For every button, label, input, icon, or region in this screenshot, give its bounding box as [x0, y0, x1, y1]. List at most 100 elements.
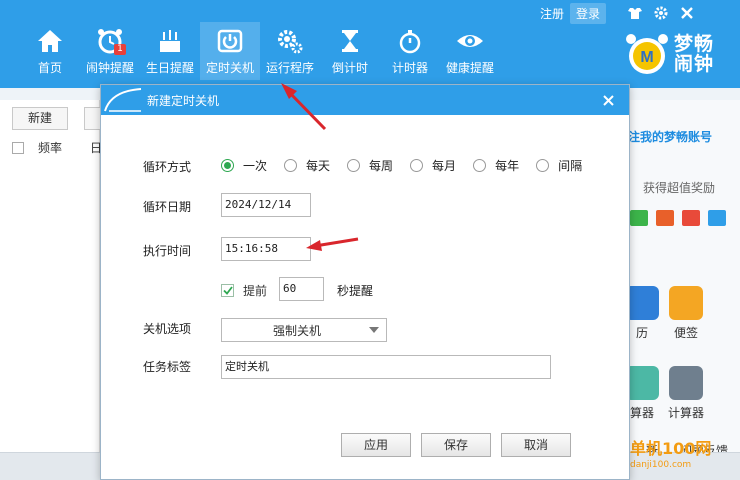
home-icon: [35, 26, 65, 56]
alarm-logo-icon: M: [622, 32, 672, 76]
promo-icon[interactable]: [708, 210, 726, 226]
nav-run-program[interactable]: 运行程序: [260, 22, 320, 80]
select-value: 强制关机: [272, 323, 321, 338]
radio-monthly[interactable]: 每月: [410, 157, 456, 174]
radio-once[interactable]: 一次: [221, 157, 267, 174]
radio-label: 间隔: [558, 159, 583, 173]
dialog-close-icon[interactable]: [599, 91, 617, 109]
promo-icon[interactable]: [630, 210, 648, 226]
radio-circle[interactable]: [473, 159, 487, 172]
logo-line: 梦畅: [674, 33, 715, 55]
date-label: 循环日期: [143, 200, 192, 214]
dialog-logo-icon: [101, 85, 145, 115]
main-nav: 首页 1 闹钟提醒 生日提醒 定时关机 运行程序 倒计时 计时器 健康提醒: [20, 22, 500, 80]
nav-label: 首页: [37, 61, 62, 75]
nav-health[interactable]: 健康提醒: [440, 22, 500, 80]
gear-icon[interactable]: [652, 4, 670, 22]
nav-label: 定时关机: [205, 61, 254, 75]
reward-text[interactable]: 获得超值奖励: [643, 179, 715, 196]
calculator-icon: [669, 366, 703, 400]
nav-label: 闹钟提醒: [85, 61, 134, 75]
logo-line: 闹钟: [674, 53, 715, 75]
chevron-down-icon: [362, 327, 386, 333]
nav-home[interactable]: 首页: [20, 22, 80, 80]
remind-prefix: 提前: [243, 284, 268, 298]
nav-shutdown[interactable]: 定时关机: [200, 22, 260, 80]
tool-calculator[interactable]: 计算器: [658, 366, 714, 421]
radio-interval[interactable]: 间隔: [536, 157, 582, 174]
time-field[interactable]: 15:16:58: [221, 237, 311, 261]
promo-icons: [630, 210, 726, 226]
remind-checkbox[interactable]: [221, 284, 234, 297]
radio-circle[interactable]: [347, 159, 361, 172]
tool-notes[interactable]: 便签: [658, 286, 714, 341]
calendar-icon: [625, 286, 659, 320]
nav-alarm[interactable]: 1 闹钟提醒: [80, 22, 140, 80]
notification-badge: 1: [114, 44, 126, 55]
remind-checkbox-row: 提前: [221, 282, 267, 299]
svg-text:M: M: [640, 49, 653, 66]
skin-icon[interactable]: [626, 4, 644, 22]
radio-circle[interactable]: [410, 159, 424, 172]
cycle-label: 循环方式: [143, 160, 192, 174]
app-icon: [625, 366, 659, 400]
close-icon[interactable]: [678, 4, 696, 22]
app-logo: M 梦畅 闹钟: [622, 32, 714, 76]
radio-daily[interactable]: 每天: [284, 157, 330, 174]
watermark-title: 单机100网: [630, 439, 712, 458]
account-link[interactable]: 注我的梦畅账号: [628, 128, 712, 145]
new-task-button[interactable]: 新建: [12, 107, 68, 130]
radio-label: 每周: [369, 159, 394, 173]
nav-stopwatch[interactable]: 计时器: [380, 22, 440, 80]
radio-label: 每天: [306, 159, 331, 173]
task-tag-label: 任务标签: [143, 360, 192, 374]
nav-label: 计时器: [391, 61, 428, 75]
remind-suffix: 秒提醒: [337, 284, 374, 298]
check-icon: [222, 286, 233, 295]
account-links: 注册 登录: [534, 3, 607, 24]
hourglass-icon: [335, 26, 365, 56]
date-field[interactable]: 2024/12/14: [221, 193, 311, 217]
tool-label: 历: [635, 326, 648, 340]
dialog-titlebar[interactable]: 新建定时关机: [101, 85, 629, 115]
window-controls: [626, 4, 696, 22]
task-tag-input[interactable]: 定时关机: [221, 355, 551, 379]
birthday-cake-icon: [155, 26, 185, 56]
logo-text: 梦畅 闹钟: [674, 34, 714, 74]
nav-label: 生日提醒: [145, 61, 194, 75]
radio-label: 每月: [432, 159, 457, 173]
time-label: 执行时间: [143, 244, 192, 258]
remind-seconds-field[interactable]: 60: [279, 277, 324, 301]
login-button[interactable]: 登录: [570, 3, 607, 24]
radio-label: 一次: [243, 159, 268, 173]
pencil-icon: [669, 286, 703, 320]
cycle-radio-group: 一次 每天 每周 每月 每年 间隔: [221, 157, 599, 174]
radio-circle[interactable]: [221, 159, 234, 172]
radio-weekly[interactable]: 每周: [347, 157, 393, 174]
gears-icon: [275, 26, 305, 56]
stopwatch-icon: [395, 26, 425, 56]
apply-button[interactable]: 应用: [341, 433, 411, 457]
watermark-sub: danji100.com: [630, 460, 692, 470]
tool-label: 便签: [673, 326, 698, 340]
list-header: 频率 日: [12, 139, 102, 156]
nav-countdown[interactable]: 倒计时: [320, 22, 380, 80]
register-link[interactable]: 注册: [534, 3, 570, 24]
shutdown-option-select[interactable]: 强制关机: [221, 318, 387, 342]
nav-label: 运行程序: [265, 61, 314, 75]
radio-circle[interactable]: [536, 159, 550, 172]
top-bar: 首页 1 闹钟提醒 生日提醒 定时关机 运行程序 倒计时 计时器 健康提醒 注册…: [0, 0, 740, 88]
radio-circle[interactable]: [284, 159, 298, 172]
nav-birthday[interactable]: 生日提醒: [140, 22, 200, 80]
save-button[interactable]: 保存: [421, 433, 491, 457]
tool-label: 计算器: [667, 406, 704, 420]
dialog-title: 新建定时关机: [147, 93, 220, 108]
cancel-button[interactable]: 取消: [501, 433, 571, 457]
eye-icon: [455, 26, 485, 56]
promo-icon[interactable]: [656, 210, 674, 226]
tool-label: 算器: [629, 406, 654, 420]
radio-yearly[interactable]: 每年: [473, 157, 519, 174]
watermark-text: 单机100网 danji100.com: [630, 441, 711, 473]
gift-icon[interactable]: [682, 210, 700, 226]
select-all-checkbox[interactable]: [12, 141, 24, 154]
